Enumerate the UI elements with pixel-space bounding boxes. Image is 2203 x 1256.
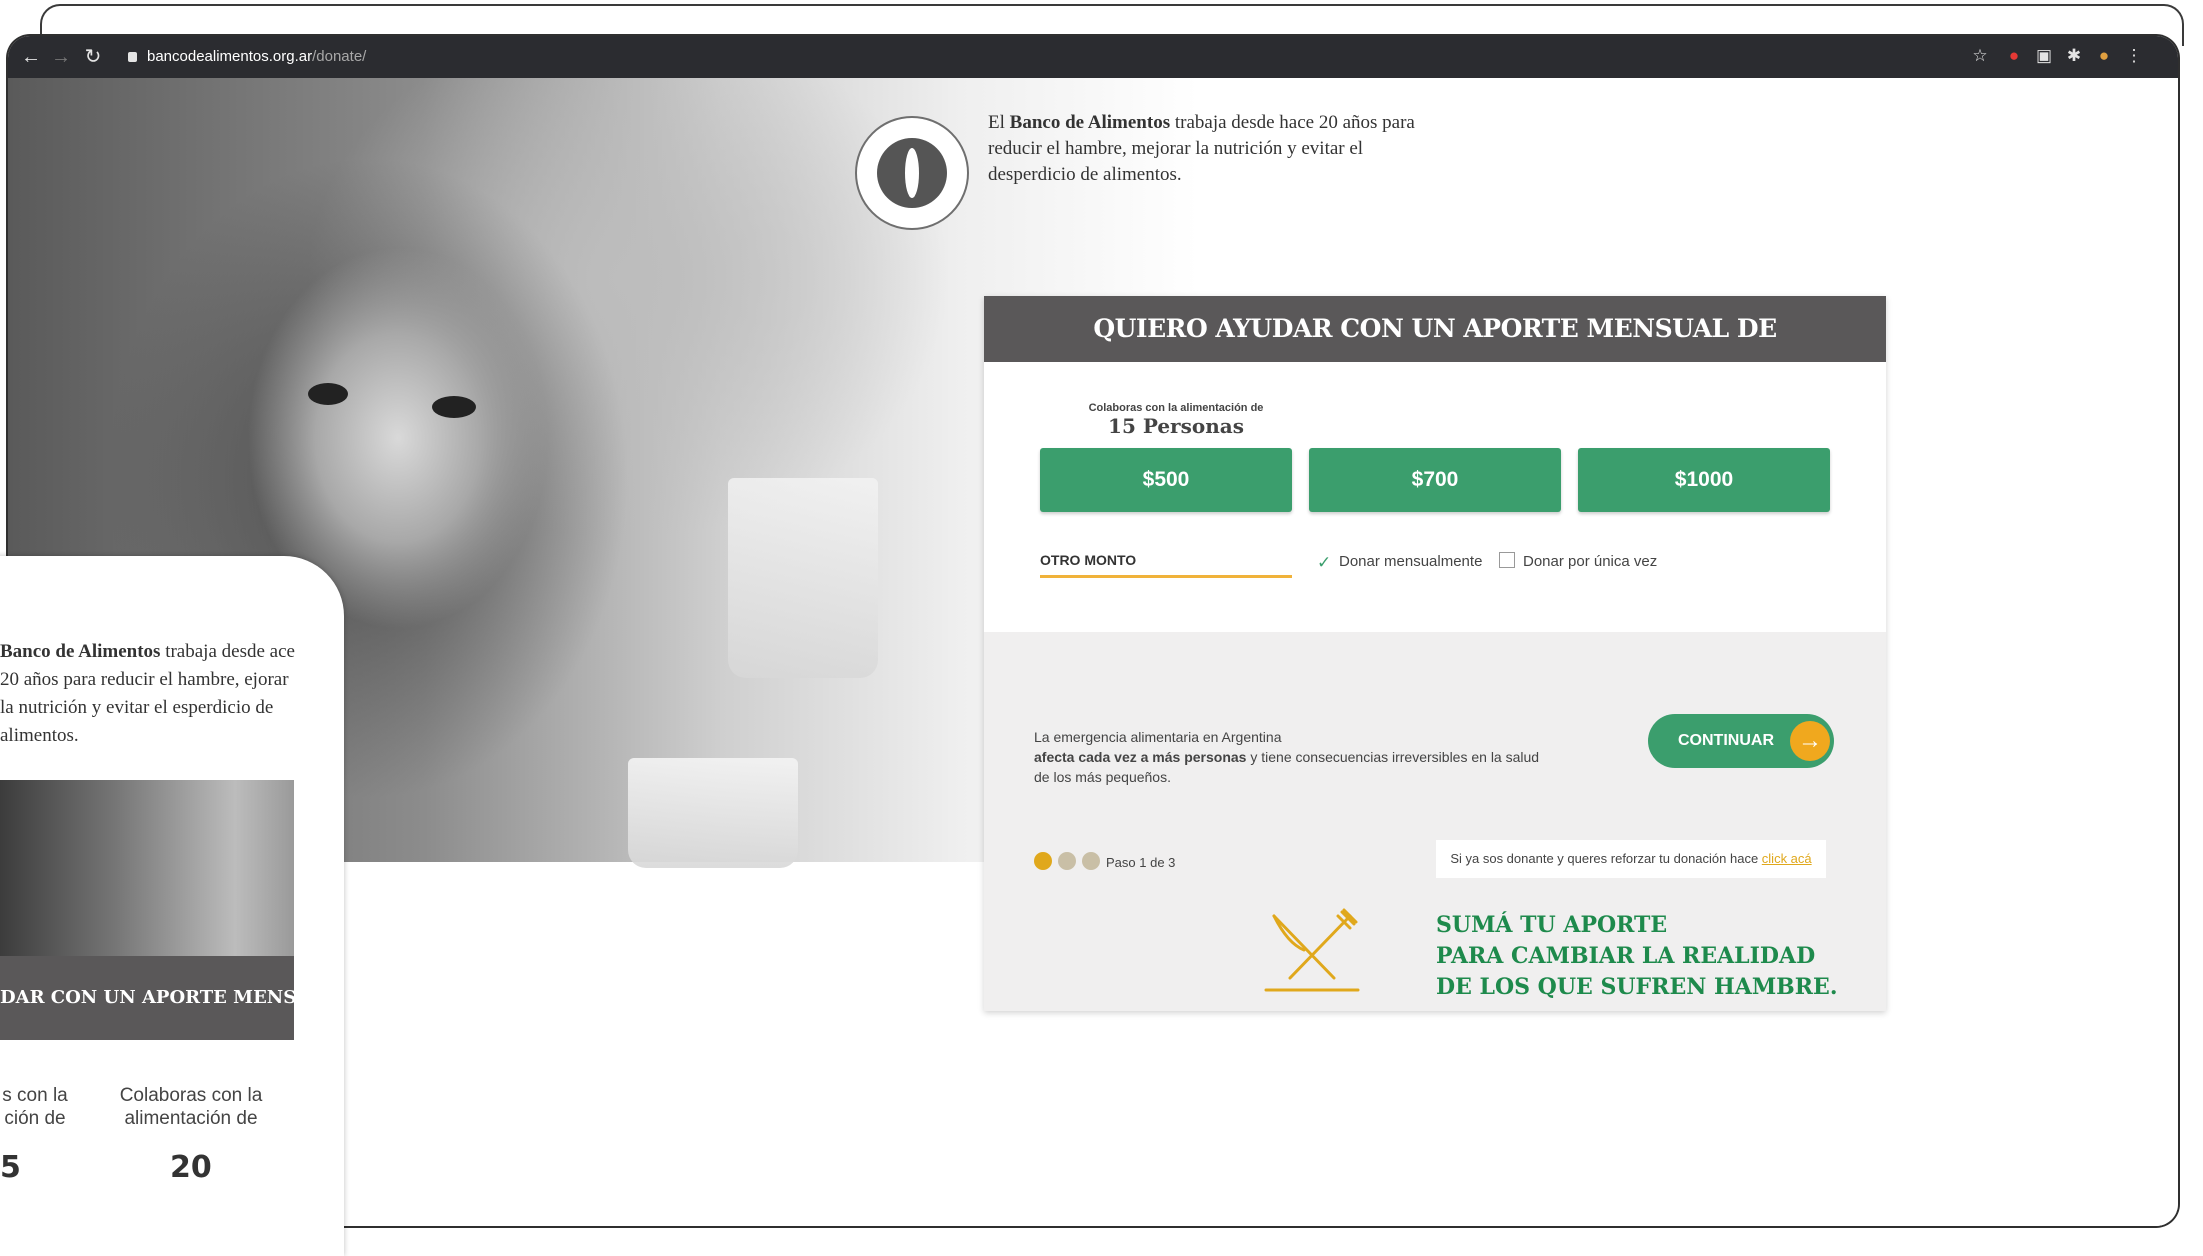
- existing-donor-box: Si ya sos donante y queres reforzar tu d…: [1436, 840, 1826, 878]
- extension-red-icon[interactable]: ●: [2002, 44, 2026, 68]
- step-dot: [1082, 852, 1100, 870]
- step-dot-active: [1034, 852, 1052, 870]
- puzzle-icon[interactable]: ✱: [2062, 44, 2086, 68]
- arrow-right-icon: →: [1790, 721, 1830, 761]
- wheat-icon: [905, 148, 919, 198]
- amount-700-button[interactable]: $700: [1309, 448, 1561, 512]
- card-title: QUIERO AYUDAR CON UN APORTE MENSUAL DE: [984, 296, 1886, 362]
- photo-eye: [432, 396, 476, 418]
- mobile-preview: Banco de Alimentos trabaja desde ace 20 …: [0, 556, 344, 1256]
- step-dot: [1058, 852, 1076, 870]
- photo-cup: [728, 478, 878, 678]
- intro-text: El Banco de Alimentos trabaja desde hace…: [988, 112, 1415, 185]
- mobile-photo: [0, 780, 294, 956]
- bookmark-star-icon[interactable]: ☆: [1968, 44, 1992, 68]
- amount-section: Colaboras con la alimentación de 15 Pers…: [984, 362, 1886, 632]
- photo-eye: [308, 383, 348, 405]
- mobile-colab-1: s con la ción de: [2, 1085, 68, 1129]
- address-bar[interactable]: bancodealimentos.org.ar/donate/: [128, 44, 366, 70]
- back-icon[interactable]: ←: [18, 44, 44, 70]
- checkbox[interactable]: [1499, 552, 1515, 568]
- mobile-card-title: DAR CON UN APORTE MENSUAL DE: [0, 956, 294, 1040]
- mobile-count-1: 5: [0, 1150, 21, 1185]
- click-aca-link[interactable]: click acá: [1762, 851, 1812, 866]
- amount-500-button[interactable]: $500: [1040, 448, 1292, 512]
- browser-toolbar: ← → ↻ bancodealimentos.org.ar/donate/ ☆ …: [8, 36, 2178, 78]
- reload-icon[interactable]: ↻: [80, 44, 106, 70]
- mobile-count-2: 20: [170, 1150, 212, 1185]
- colab-info: Colaboras con la alimentación de 15 Pers…: [1088, 402, 1264, 438]
- checkmark-icon: ✓: [1317, 553, 1332, 572]
- avatar[interactable]: ●: [2092, 44, 2116, 68]
- donation-card: QUIERO AYUDAR CON UN APORTE MENSUAL DE C…: [984, 296, 1886, 1011]
- continue-button[interactable]: CONTINUAR →: [1648, 714, 1834, 768]
- url-host: bancodealimentos.org.ar: [147, 48, 313, 65]
- camera-icon[interactable]: ▣: [2032, 44, 2056, 68]
- url-path: /donate/: [312, 48, 367, 65]
- mobile-colab-2: Colaboras con la alimentación de: [119, 1085, 263, 1129]
- donar-mensual-option[interactable]: ✓ Donar mensualmente: [1317, 552, 1482, 572]
- forward-icon[interactable]: →: [48, 44, 74, 70]
- lock-icon: [128, 52, 137, 62]
- otro-monto-input[interactable]: OTRO MONTO: [1040, 547, 1292, 578]
- menu-icon[interactable]: ⋮: [2122, 44, 2146, 68]
- emergency-message: La emergencia alimentaria en Argentina af…: [1034, 729, 1540, 785]
- banco-alimentos-logo: [855, 116, 969, 230]
- cutlery-icon: [1264, 908, 1360, 992]
- mobile-intro-text: Banco de Alimentos trabaja desde ace 20 …: [0, 641, 295, 746]
- amount-1000-button[interactable]: $1000: [1578, 448, 1830, 512]
- photo-cup: [628, 758, 798, 868]
- slogan: SUMÁ TU APORTE PARA CAMBIAR LA REALIDAD …: [1436, 912, 1838, 1000]
- donar-unica-option[interactable]: Donar por única vez: [1499, 552, 1657, 572]
